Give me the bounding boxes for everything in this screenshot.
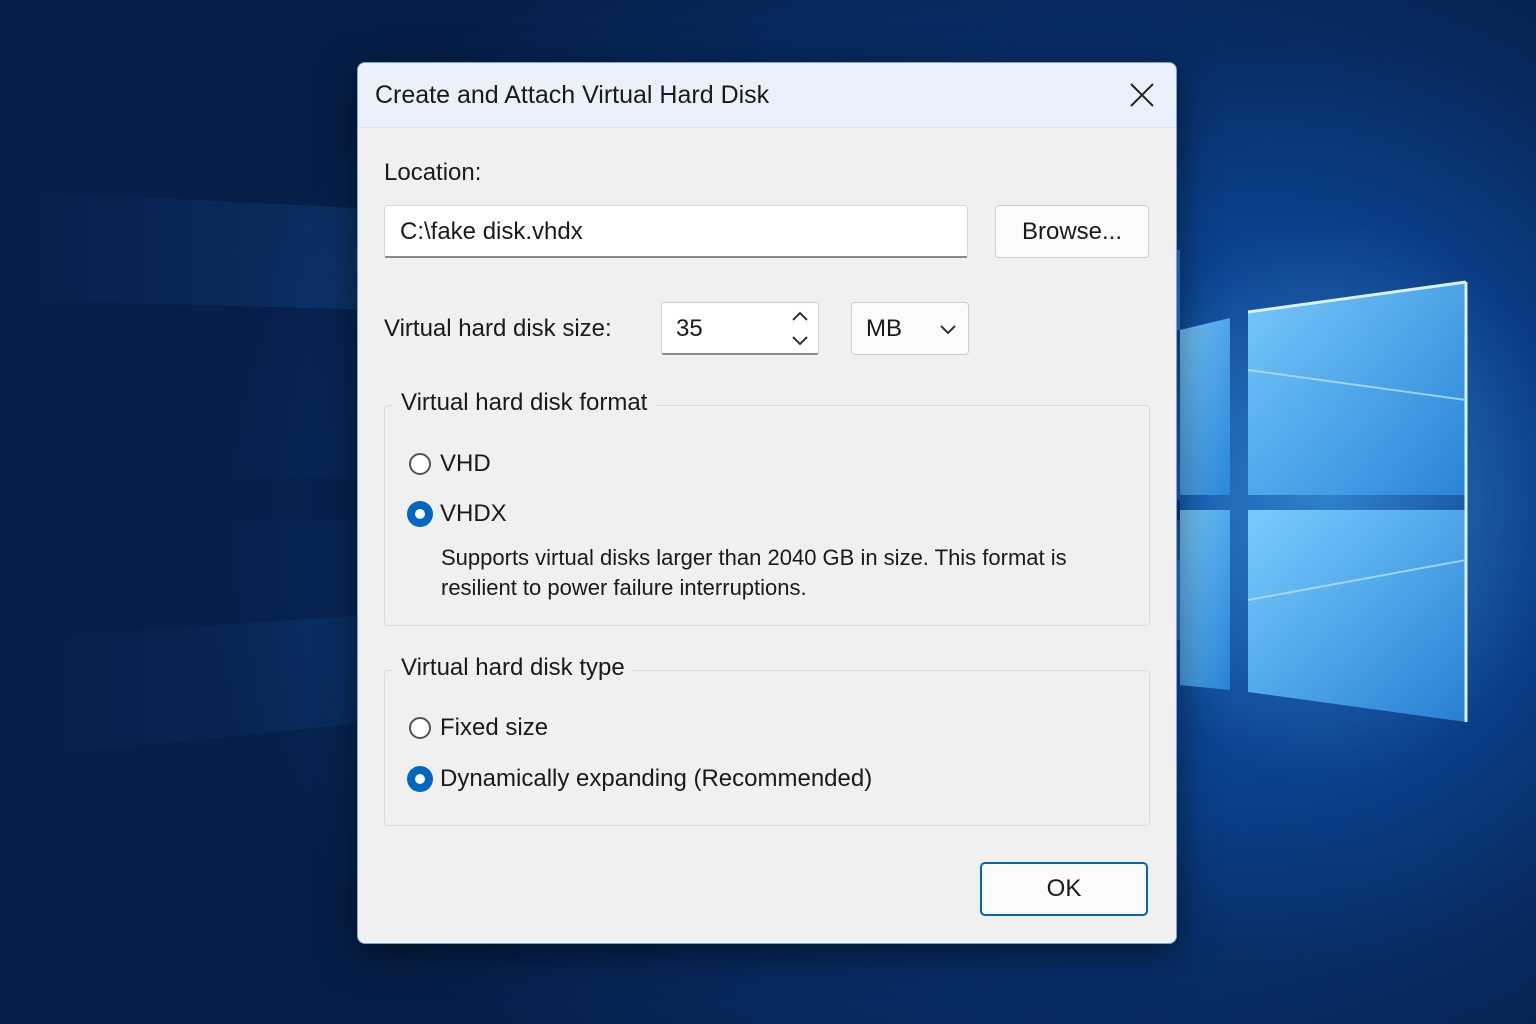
radio-button-unchecked [409,453,431,475]
close-icon [1130,83,1154,107]
format-group-title: Virtual hard disk format [393,389,656,417]
format-group: Virtual hard disk format VHD VHDX Suppor… [384,389,1150,626]
chevron-down-icon [792,335,808,345]
ok-button[interactable]: OK [980,862,1148,916]
location-label: Location: [384,159,482,186]
title-bar[interactable]: Create and Attach Virtual Hard Disk [358,63,1176,128]
chevron-down-icon [940,325,956,335]
close-button[interactable] [1122,75,1162,115]
radio-vhdx[interactable]: VHDX [407,500,507,528]
size-decrement-button[interactable] [782,328,818,353]
browse-button[interactable]: Browse... [995,205,1149,258]
type-group: Virtual hard disk type Fixed size Dynami… [384,654,1150,826]
size-unit-dropdown[interactable]: MB [851,302,969,355]
radio-fixed-size[interactable]: Fixed size [409,714,548,742]
browse-button-label: Browse... [1021,217,1123,245]
radio-vhdx-label: VHDX [440,500,507,527]
size-stepper[interactable]: 35 [661,302,819,355]
radio-dynamically-expanding[interactable]: Dynamically expanding (Recommended) [407,765,873,793]
radio-vhd-label: VHD [440,450,491,477]
radio-fixed-size-label: Fixed size [440,714,549,741]
size-increment-button[interactable] [782,303,818,328]
size-unit-value: MB [866,315,902,342]
vhdx-description: Supports virtual disks larger than 2040 … [441,545,1067,600]
size-label: Virtual hard disk size: [384,315,612,342]
radio-vhd[interactable]: VHD [409,450,491,478]
ok-button-label: OK [1046,875,1082,902]
type-group-title: Virtual hard disk type [393,654,633,682]
chevron-up-icon [792,311,808,321]
radio-dynamically-expanding-label: Dynamically expanding (Recommended) [440,765,873,792]
radio-button-checked [407,766,433,792]
create-attach-vhd-dialog: Create and Attach Virtual Hard Disk Loca… [357,62,1177,944]
radio-button-unchecked [409,717,431,739]
dialog-title: Create and Attach Virtual Hard Disk [375,81,770,109]
location-input[interactable]: C:\fake disk.vhdx [384,205,968,258]
size-value: 35 [676,315,703,342]
location-input-value: C:\fake disk.vhdx [400,218,583,245]
radio-button-checked [407,501,433,527]
